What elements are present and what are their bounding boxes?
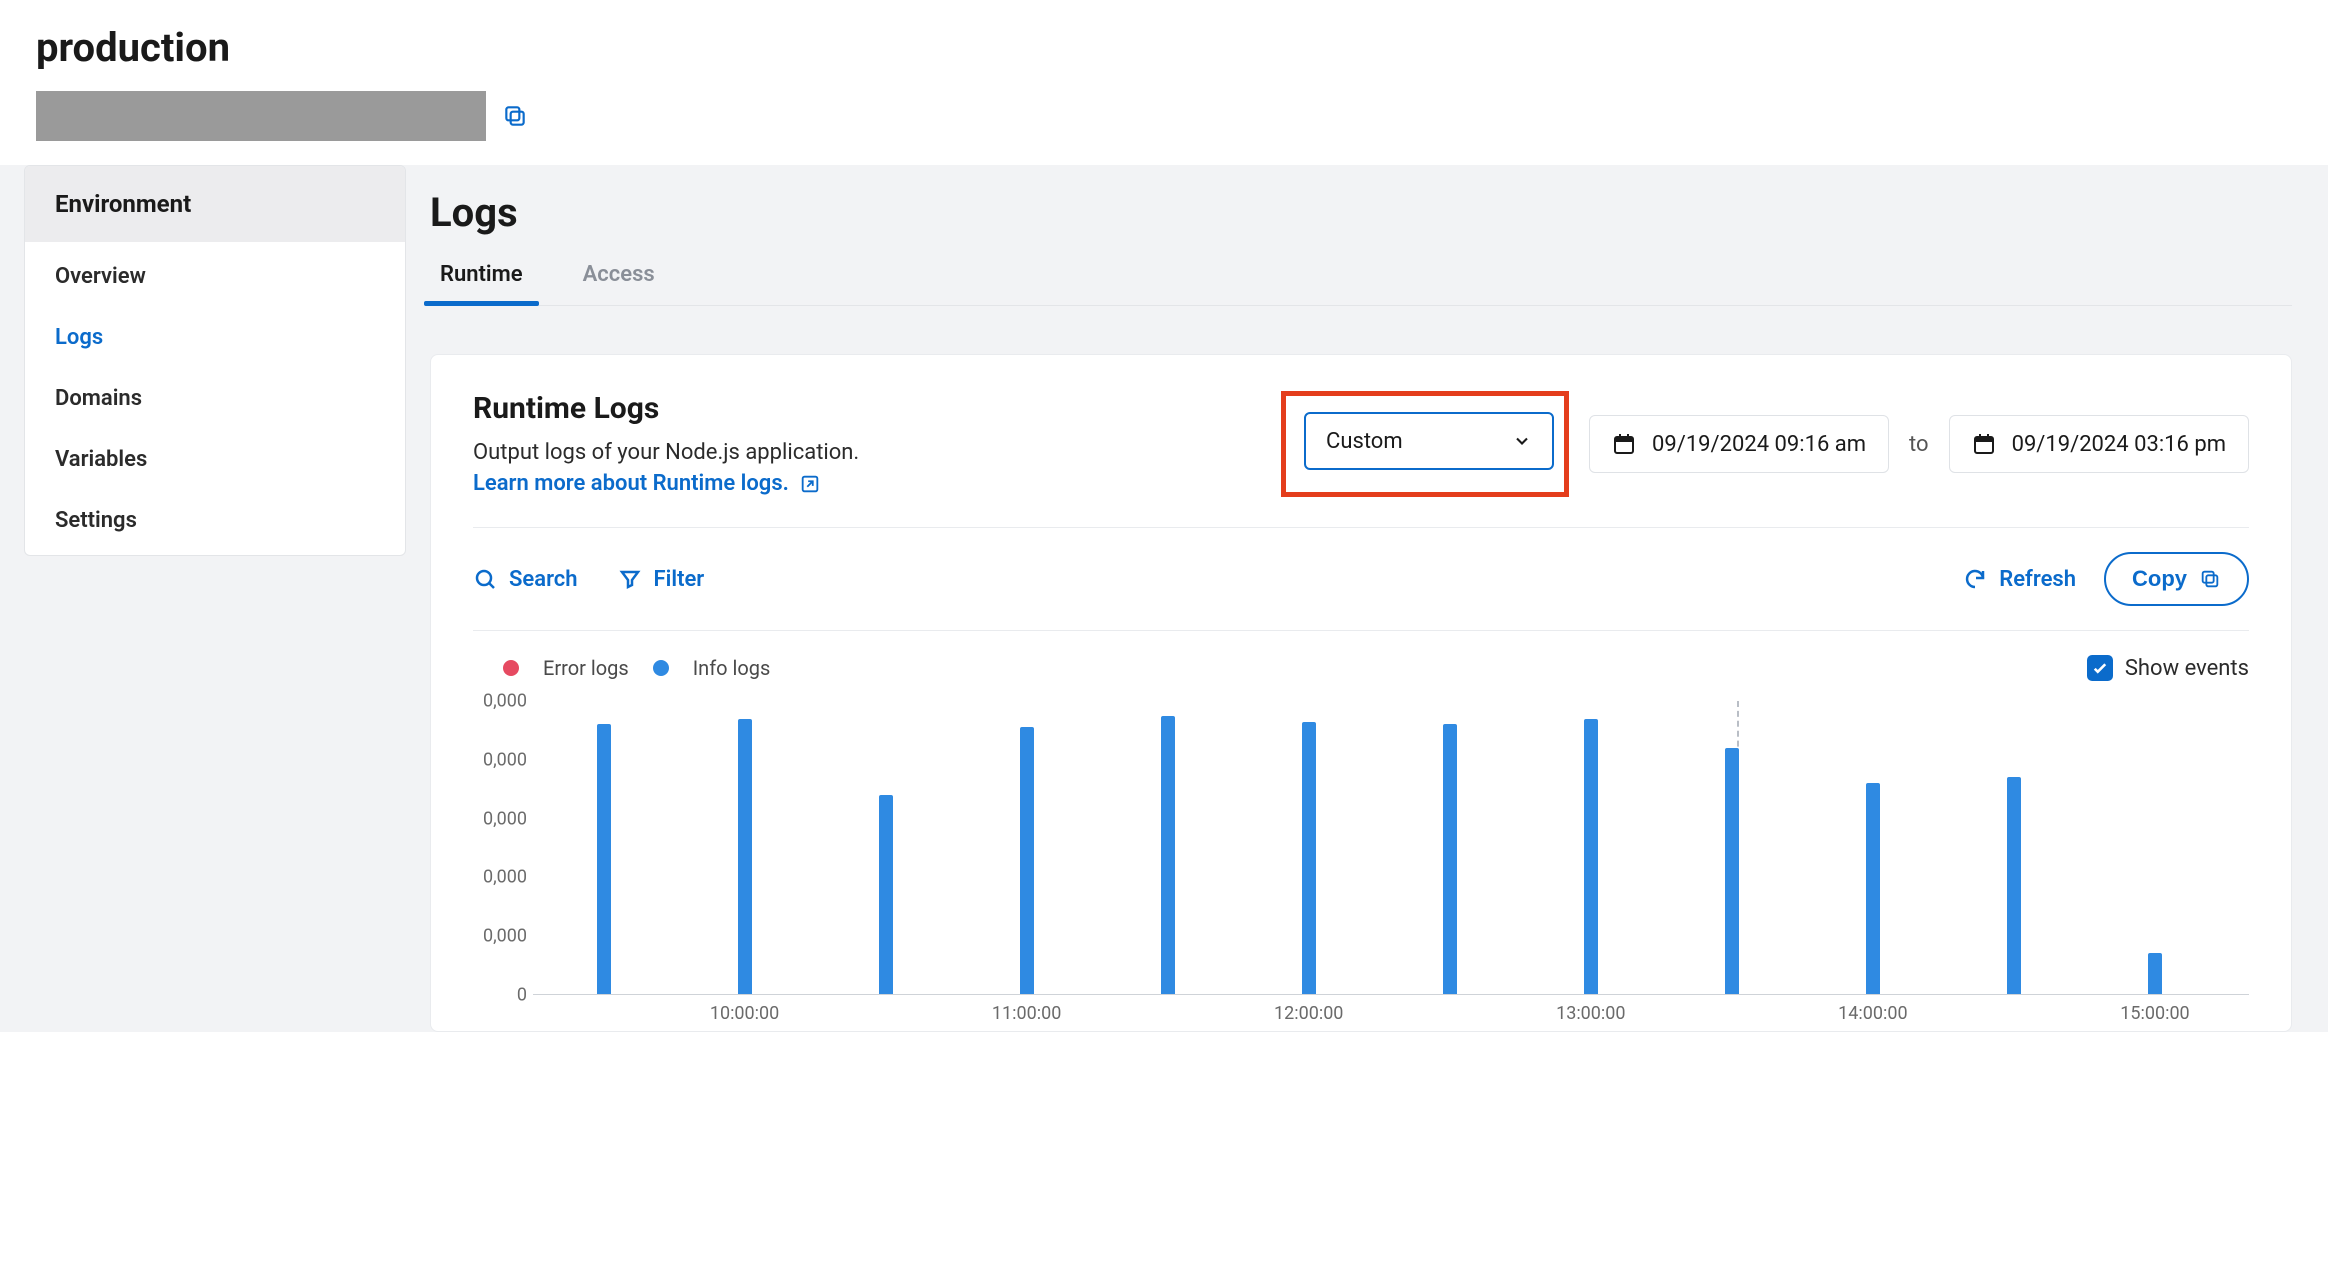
chart-bar[interactable] bbox=[1020, 727, 1034, 994]
copy-button[interactable]: Copy bbox=[2104, 552, 2249, 606]
x-tick: 11:00:00 bbox=[992, 1003, 1061, 1024]
copy-icon bbox=[2199, 568, 2221, 590]
refresh-button[interactable]: Refresh bbox=[1963, 567, 2076, 592]
panel-description: Output logs of your Node.js application. bbox=[473, 440, 859, 465]
sidebar-heading: Environment bbox=[25, 166, 405, 242]
divider bbox=[473, 630, 2249, 631]
y-tick: 0 bbox=[517, 985, 527, 1006]
sidebar-item-logs[interactable]: Logs bbox=[25, 307, 405, 368]
x-tick: 10:00:00 bbox=[710, 1003, 779, 1024]
main-content: Logs Runtime Access Runtime Logs Output … bbox=[430, 165, 2328, 1032]
logs-bar-chart: 0,0000,0000,0000,0000,0000 10:00:0011:00… bbox=[473, 701, 2249, 1031]
chevron-down-icon bbox=[1512, 431, 1532, 451]
chart-legend-row: Error logs Info logs Show events bbox=[473, 655, 2249, 681]
to-label: to bbox=[1909, 432, 1929, 457]
external-link-icon bbox=[799, 473, 821, 495]
calendar-icon bbox=[1612, 432, 1636, 456]
sidebar: Environment Overview Logs Domains Variab… bbox=[0, 165, 430, 1032]
logs-toolbar: Search Filter bbox=[473, 552, 2249, 606]
x-tick: 14:00:00 bbox=[1838, 1003, 1907, 1024]
filter-label: Filter bbox=[654, 567, 705, 592]
search-button[interactable]: Search bbox=[473, 567, 578, 592]
search-icon bbox=[473, 567, 497, 591]
x-tick: 12:00:00 bbox=[1274, 1003, 1343, 1024]
sidebar-item-overview[interactable]: Overview bbox=[25, 246, 405, 307]
checkbox-checked-icon bbox=[2087, 655, 2113, 681]
refresh-icon bbox=[1963, 567, 1987, 591]
tabs: Runtime Access bbox=[430, 254, 2292, 306]
chart-bar[interactable] bbox=[738, 719, 752, 994]
copy-label: Copy bbox=[2132, 566, 2187, 592]
x-tick: 13:00:00 bbox=[1556, 1003, 1625, 1024]
sidebar-item-settings[interactable]: Settings bbox=[25, 490, 405, 551]
learn-more-text: Learn more about Runtime logs. bbox=[473, 471, 789, 496]
calendar-icon bbox=[1972, 432, 1996, 456]
y-tick: 0,000 bbox=[483, 926, 527, 947]
sidebar-item-domains[interactable]: Domains bbox=[25, 368, 405, 429]
y-tick: 0,000 bbox=[483, 808, 527, 829]
chart-bar[interactable] bbox=[1161, 716, 1175, 994]
environment-url-row bbox=[36, 91, 2292, 141]
chart-bar[interactable] bbox=[879, 795, 893, 994]
sidebar-item-variables[interactable]: Variables bbox=[25, 429, 405, 490]
legend-info-label: Info logs bbox=[693, 656, 771, 680]
divider bbox=[473, 527, 2249, 528]
y-tick: 0,000 bbox=[483, 691, 527, 712]
to-date-picker[interactable]: 09/19/2024 03:16 pm bbox=[1949, 415, 2249, 473]
chart-bar[interactable] bbox=[1866, 783, 1880, 994]
copy-url-icon[interactable] bbox=[502, 103, 528, 129]
legend-error-label: Error logs bbox=[543, 656, 629, 680]
legend-dot-info bbox=[653, 660, 669, 676]
tab-access[interactable]: Access bbox=[573, 254, 665, 305]
page-title: Logs bbox=[430, 189, 2292, 236]
refresh-label: Refresh bbox=[1999, 567, 2076, 592]
from-date-value: 09/19/2024 09:16 am bbox=[1652, 432, 1866, 457]
y-tick: 0,000 bbox=[483, 867, 527, 888]
legend-dot-error bbox=[503, 660, 519, 676]
tab-runtime[interactable]: Runtime bbox=[430, 254, 533, 305]
time-range-select[interactable]: Custom bbox=[1304, 412, 1554, 470]
environment-title: production bbox=[36, 24, 2292, 71]
filter-button[interactable]: Filter bbox=[618, 567, 705, 592]
time-range-value: Custom bbox=[1326, 429, 1403, 454]
chart-bar[interactable] bbox=[1725, 748, 1739, 994]
x-tick: 15:00:00 bbox=[2120, 1003, 2189, 1024]
learn-more-link[interactable]: Learn more about Runtime logs. bbox=[473, 471, 821, 496]
runtime-logs-panel: Runtime Logs Output logs of your Node.js… bbox=[430, 354, 2292, 1032]
show-events-label: Show events bbox=[2125, 656, 2249, 681]
environment-header: production bbox=[0, 0, 2328, 165]
search-label: Search bbox=[509, 567, 578, 592]
chart-bar[interactable] bbox=[597, 724, 611, 994]
chart-bar[interactable] bbox=[2007, 777, 2021, 994]
show-events-toggle[interactable]: Show events bbox=[2087, 655, 2249, 681]
to-date-value: 09/19/2024 03:16 pm bbox=[2012, 432, 2226, 457]
panel-title: Runtime Logs bbox=[473, 391, 859, 426]
time-range-controls: Custom 09/19/2024 09:16 am bbox=[1281, 391, 2249, 497]
from-date-picker[interactable]: 09/19/2024 09:16 am bbox=[1589, 415, 1889, 473]
chart-bar[interactable] bbox=[2148, 953, 2162, 994]
chart-bar[interactable] bbox=[1443, 724, 1457, 994]
filter-icon bbox=[618, 567, 642, 591]
y-tick: 0,000 bbox=[483, 749, 527, 770]
chart-bar[interactable] bbox=[1584, 719, 1598, 994]
annotation-highlight: Custom bbox=[1281, 391, 1569, 497]
environment-url-placeholder bbox=[36, 91, 486, 141]
chart-bar[interactable] bbox=[1302, 722, 1316, 994]
